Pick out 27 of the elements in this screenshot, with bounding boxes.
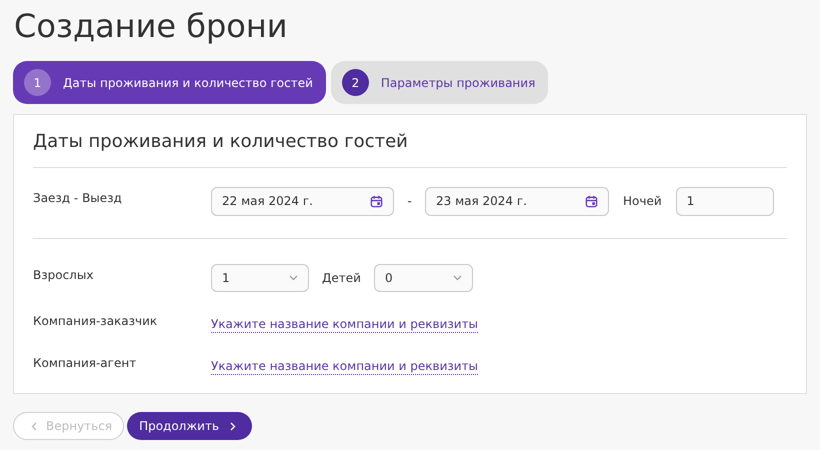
field-label: Ночей bbox=[623, 193, 662, 210]
date-separator: - bbox=[406, 193, 413, 210]
page-title: Создание брони bbox=[14, 6, 289, 47]
field-label: Детей bbox=[322, 270, 361, 287]
field-label: Взрослых bbox=[33, 267, 94, 284]
date-field[interactable]: 23 мая 2024 г. bbox=[425, 186, 609, 216]
field-label: Заезд - Выезд bbox=[33, 190, 123, 207]
step-tab[interactable]: 1 Даты проживания и количество гостей bbox=[13, 61, 326, 104]
date-field[interactable]: 22 мая 2024 г. bbox=[211, 186, 394, 216]
continue-button[interactable]: Продолжить bbox=[127, 412, 252, 440]
nights-field[interactable]: 1 bbox=[676, 186, 774, 216]
adults-select[interactable]: 1 bbox=[211, 264, 309, 292]
step-number: 2 bbox=[342, 69, 369, 96]
chevron-right-icon bbox=[230, 422, 236, 430]
chevron-down-icon bbox=[452, 275, 462, 281]
card-title: Даты проживания и количество гостей bbox=[33, 130, 409, 154]
field-label: Компания-агент bbox=[33, 355, 138, 372]
company-link[interactable]: Укажите название компании и реквизиты bbox=[211, 358, 478, 375]
company-link[interactable]: Укажите название компании и реквизиты bbox=[211, 316, 478, 333]
step-tab[interactable]: 2 Параметры проживания bbox=[330, 61, 548, 104]
field-label: Компания-заказчик bbox=[33, 313, 158, 330]
chevron-down-icon bbox=[289, 275, 298, 281]
step-number: 1 bbox=[24, 69, 51, 96]
calendar-icon bbox=[370, 194, 383, 208]
calendar-icon bbox=[585, 194, 598, 208]
chevron-left-icon bbox=[31, 422, 37, 430]
children-select[interactable]: 0 bbox=[374, 264, 473, 292]
